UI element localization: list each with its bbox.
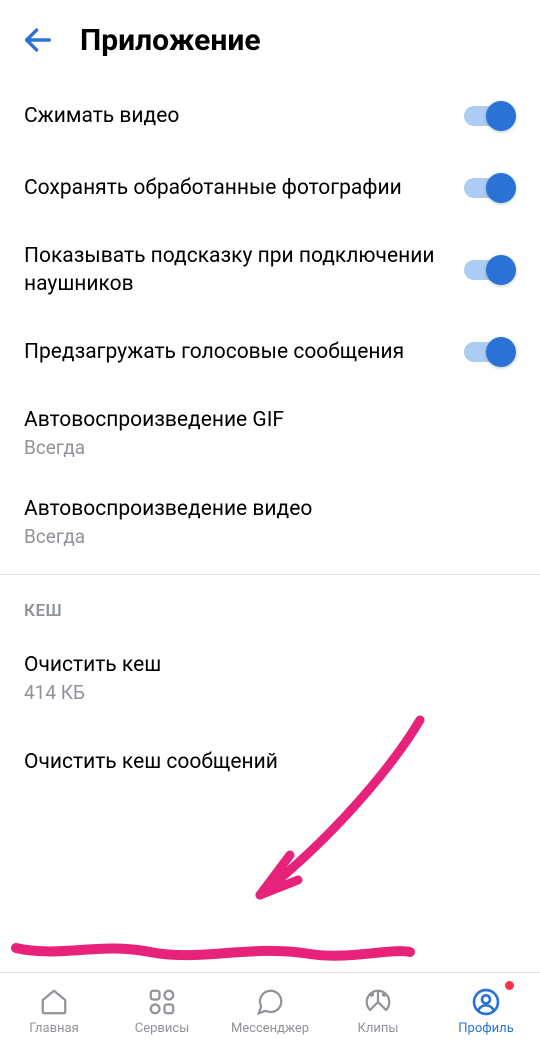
setting-autoplay-gif[interactable]: Автовоспроизведение GIF Всегда	[0, 388, 540, 477]
setting-label: Очистить кеш	[24, 651, 516, 679]
nav-label: Мессенджер	[231, 1021, 309, 1036]
toggle-compress-video[interactable]	[460, 98, 516, 134]
toggle-preload-voice[interactable]	[460, 334, 516, 370]
setting-label: Сжимать видео	[24, 102, 460, 130]
setting-value: 414 КБ	[24, 681, 516, 704]
clips-icon	[361, 985, 395, 1019]
setting-label: Автовоспроизведение GIF	[24, 406, 516, 434]
setting-value: Всегда	[24, 436, 516, 459]
setting-compress-video[interactable]: Сжимать видео	[0, 80, 540, 152]
nav-messenger[interactable]: Мессенджер	[216, 973, 324, 1048]
setting-clear-cache[interactable]: Очистить кеш 414 КБ	[0, 633, 540, 722]
nav-profile[interactable]: Профиль	[432, 973, 540, 1048]
services-icon	[145, 985, 179, 1019]
notification-dot	[505, 981, 514, 990]
setting-autoplay-video[interactable]: Автовоспроизведение видео Всегда	[0, 477, 540, 566]
nav-label: Сервисы	[135, 1021, 190, 1036]
setting-label: Сохранять обработанные фотографии	[24, 174, 460, 202]
toggle-headphone-hint[interactable]	[460, 252, 516, 288]
setting-save-processed-photos[interactable]: Сохранять обработанные фотографии	[0, 152, 540, 224]
setting-label: Автовоспроизведение видео	[24, 495, 516, 523]
setting-preload-voice[interactable]: Предзагружать голосовые сообщения	[0, 316, 540, 388]
nav-clips[interactable]: Клипы	[324, 973, 432, 1048]
setting-headphone-hint[interactable]: Показывать подсказку при подключении нау…	[0, 224, 540, 316]
page-title: Приложение	[80, 23, 261, 58]
setting-label: Предзагружать голосовые сообщения	[24, 338, 460, 366]
nav-label: Главная	[29, 1021, 78, 1036]
setting-value: Всегда	[24, 525, 516, 548]
settings-list: Сжимать видео Сохранять обработанные фот…	[0, 80, 540, 794]
bottom-nav: Главная Сервисы Мессенджер	[0, 972, 540, 1048]
profile-icon	[469, 985, 503, 1019]
home-icon	[37, 985, 71, 1019]
nav-label: Клипы	[358, 1021, 399, 1036]
setting-clear-messages-cache[interactable]: Очистить кеш сообщений	[0, 722, 540, 794]
setting-label: Очистить кеш сообщений	[24, 748, 516, 776]
nav-services[interactable]: Сервисы	[108, 973, 216, 1048]
arrow-left-icon	[21, 23, 55, 57]
toggle-save-processed-photos[interactable]	[460, 170, 516, 206]
chat-icon	[253, 985, 287, 1019]
nav-label: Профиль	[458, 1021, 514, 1036]
setting-label: Показывать подсказку при подключении нау…	[24, 242, 460, 298]
app-header: Приложение	[0, 0, 540, 80]
section-header-cache: КЕШ	[0, 575, 540, 633]
back-button[interactable]	[12, 14, 64, 66]
nav-home[interactable]: Главная	[0, 973, 108, 1048]
